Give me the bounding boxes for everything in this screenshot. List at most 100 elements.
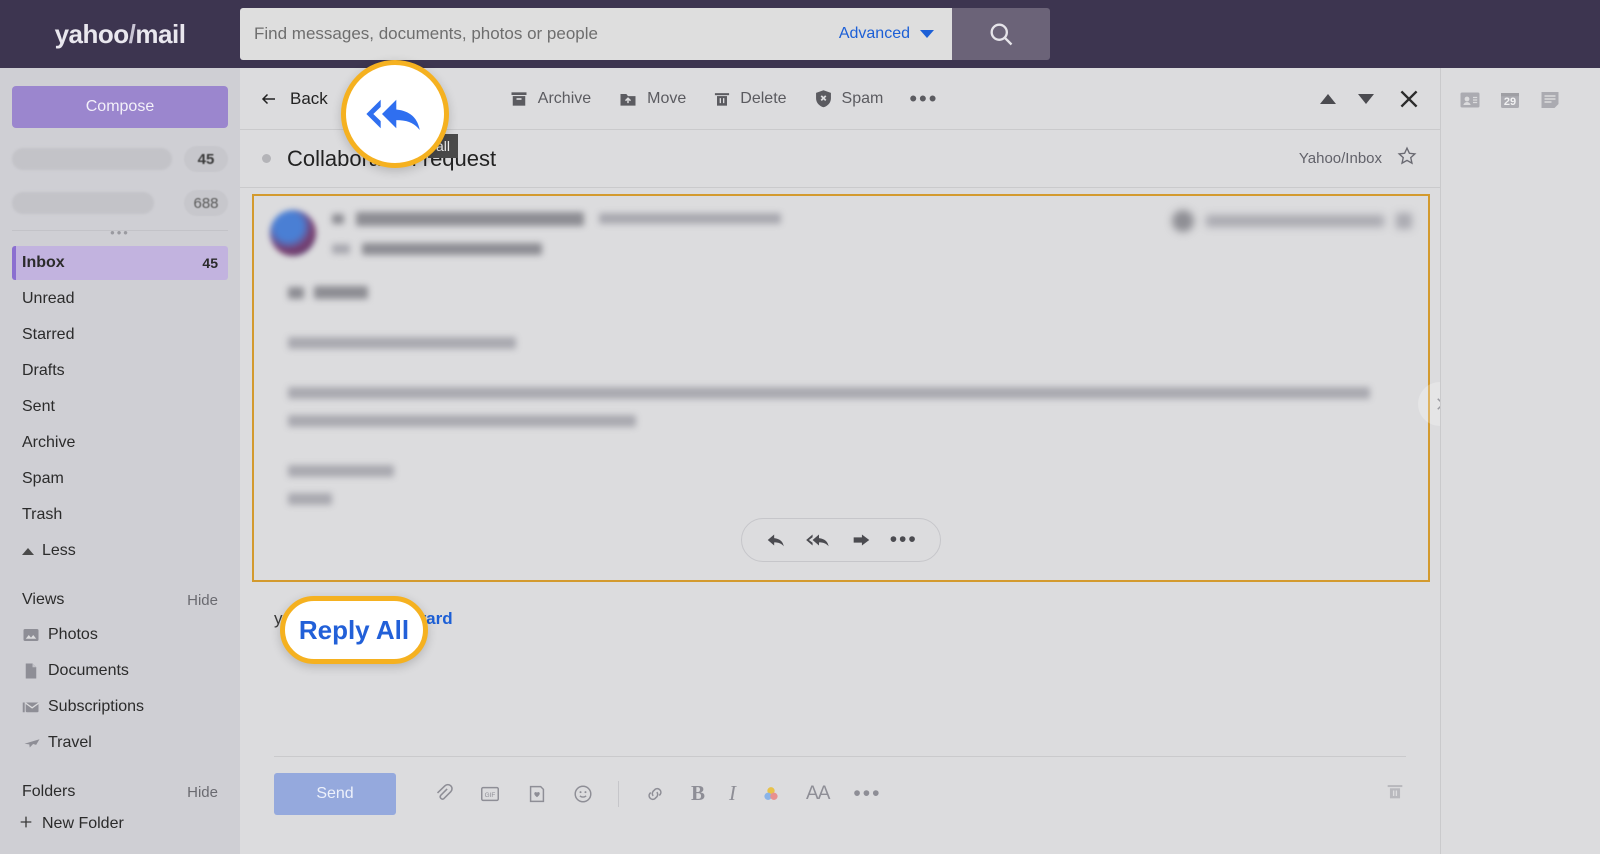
subscriptions-icon (22, 698, 48, 716)
forward-icon[interactable] (849, 529, 873, 551)
redacted-folder-row[interactable]: 45 (12, 146, 228, 172)
sidebar-overflow-dots: ••• (110, 225, 130, 240)
sidebar-item-unread[interactable]: Unread (12, 282, 228, 316)
sidebar-item-archive[interactable]: Archive (12, 426, 228, 460)
folders-hide-button[interactable]: Hide (187, 784, 218, 801)
move-button[interactable]: Move (617, 89, 686, 109)
compose-toolbar: Send GIF B I AA ••• (274, 756, 1406, 818)
back-label: Back (290, 88, 328, 108)
magnified-reply-all-label: Reply All (298, 614, 410, 645)
text-color-icon[interactable] (760, 783, 782, 805)
link-icon[interactable] (643, 783, 667, 805)
travel-icon (22, 734, 48, 752)
redacted-folder-row[interactable]: 688 (12, 190, 228, 216)
redacted-count: 688 (184, 190, 228, 216)
more-icon: ••• (909, 85, 939, 111)
sidebar-item-documents[interactable]: Documents (12, 654, 228, 688)
sidebar-item-starred[interactable]: Starred (12, 318, 228, 352)
italic-icon[interactable]: I (729, 781, 736, 806)
font-size-icon[interactable]: AA (806, 783, 830, 805)
sidebar-item-label: Inbox (22, 254, 65, 271)
sidebar-item-travel[interactable]: Travel (12, 726, 228, 760)
delete-button[interactable]: Delete (712, 89, 787, 109)
views-hide-button[interactable]: Hide (187, 592, 218, 609)
next-message-button[interactable] (1358, 93, 1374, 104)
toolbar-divider (618, 780, 619, 807)
reply-all-callout-circle[interactable] (341, 60, 449, 168)
sidebar-item-spam[interactable]: Spam (12, 462, 228, 496)
compose-button[interactable]: Compose (12, 86, 228, 128)
send-button[interactable]: Send (274, 772, 396, 815)
sidebar-less-label: Less (42, 542, 76, 559)
sidebar-item-label: Drafts (22, 362, 65, 379)
compose-tools: GIF B I AA ••• (432, 780, 881, 807)
yahoo-mail-app: yahoo/mail Advanced Compose 45 688 (0, 0, 1600, 854)
discard-draft-button[interactable] (1384, 780, 1406, 807)
previous-message-button[interactable] (1320, 93, 1336, 104)
calendar-day-number: 29 (1504, 96, 1516, 108)
views-section-header: Views Hide (12, 584, 228, 616)
reply-icon[interactable] (764, 529, 788, 551)
sidebar-divider[interactable]: ••• (12, 225, 228, 244)
sidebar-item-drafts[interactable]: Drafts (12, 354, 228, 388)
search-button[interactable] (952, 8, 1050, 60)
notepad-icon[interactable] (1537, 88, 1563, 117)
trash-icon (715, 92, 730, 106)
spam-button[interactable]: Spam (813, 88, 883, 109)
more-actions-button[interactable]: ••• (909, 86, 938, 112)
sender-info (332, 210, 1172, 258)
body-greeting (288, 284, 1394, 302)
search-input[interactable] (254, 24, 839, 44)
logo-suffix: mail (135, 18, 186, 49)
contacts-icon[interactable] (1457, 88, 1483, 117)
reply-all-icon[interactable] (805, 529, 833, 551)
move-icon (620, 93, 636, 106)
logo-bang: / (128, 18, 136, 49)
message-meta (1172, 210, 1412, 232)
search-icon (990, 23, 1013, 46)
gif-icon[interactable]: GIF (478, 783, 502, 805)
close-icon[interactable] (1396, 86, 1422, 112)
back-button[interactable]: Back (258, 89, 328, 109)
bold-icon[interactable]: B (691, 781, 705, 806)
right-rail: 29 (1440, 68, 1600, 854)
more-options-icon[interactable]: ••• (853, 782, 881, 806)
read-status-dot[interactable] (262, 154, 271, 163)
reply-all-icon (366, 99, 420, 131)
plus-icon (18, 814, 34, 835)
sidebar-item-sent[interactable]: Sent (12, 390, 228, 424)
chevron-down-icon[interactable] (920, 30, 934, 38)
sidebar-item-photos[interactable]: Photos (12, 618, 228, 652)
sidebar-item-subscriptions[interactable]: Subscriptions (12, 690, 228, 724)
sidebar-show-less-button[interactable]: Less (12, 534, 228, 568)
sidebar: Compose 45 688 ••• Inbox 45 Unread Starr… (0, 68, 240, 854)
yahoo-mail-logo[interactable]: yahoo / mail (0, 19, 240, 50)
folders-title: Folders (22, 783, 76, 800)
new-folder-button[interactable]: New Folder (12, 808, 228, 840)
body-signature-name (288, 490, 1394, 508)
sidebar-item-label: Travel (48, 734, 92, 751)
sidebar-item-trash[interactable]: Trash (12, 498, 228, 532)
delete-label: Delete (740, 89, 787, 107)
folder-breadcrumb: Yahoo/Inbox (1298, 150, 1382, 167)
body-signoff (288, 462, 1394, 480)
advanced-search-link[interactable]: Advanced (839, 25, 910, 43)
redacted-count: 45 (184, 146, 228, 172)
message-card: ••• (252, 194, 1462, 582)
emoji-icon[interactable] (572, 783, 594, 805)
search-box[interactable]: Advanced (240, 8, 952, 60)
sidebar-item-inbox[interactable]: Inbox 45 (12, 246, 228, 280)
archive-button[interactable]: Archive (508, 89, 591, 109)
calendar-icon[interactable]: 29 (1497, 88, 1523, 117)
star-outline-icon[interactable] (1396, 145, 1418, 172)
message-action-pill: ••• (741, 518, 941, 562)
reply-all-magnified-callout[interactable]: Reply All (280, 596, 428, 664)
toolbar-actions: Archive Move Delete Spam ••• (508, 86, 939, 112)
body-paragraph (288, 384, 1394, 402)
message-more-icon[interactable]: ••• (890, 528, 918, 552)
message-header (254, 196, 1428, 258)
recipient-line (332, 240, 1172, 258)
attach-icon[interactable] (432, 783, 454, 805)
folders-section-header: Folders Hide (12, 776, 228, 808)
greeting-card-icon[interactable] (526, 783, 548, 805)
